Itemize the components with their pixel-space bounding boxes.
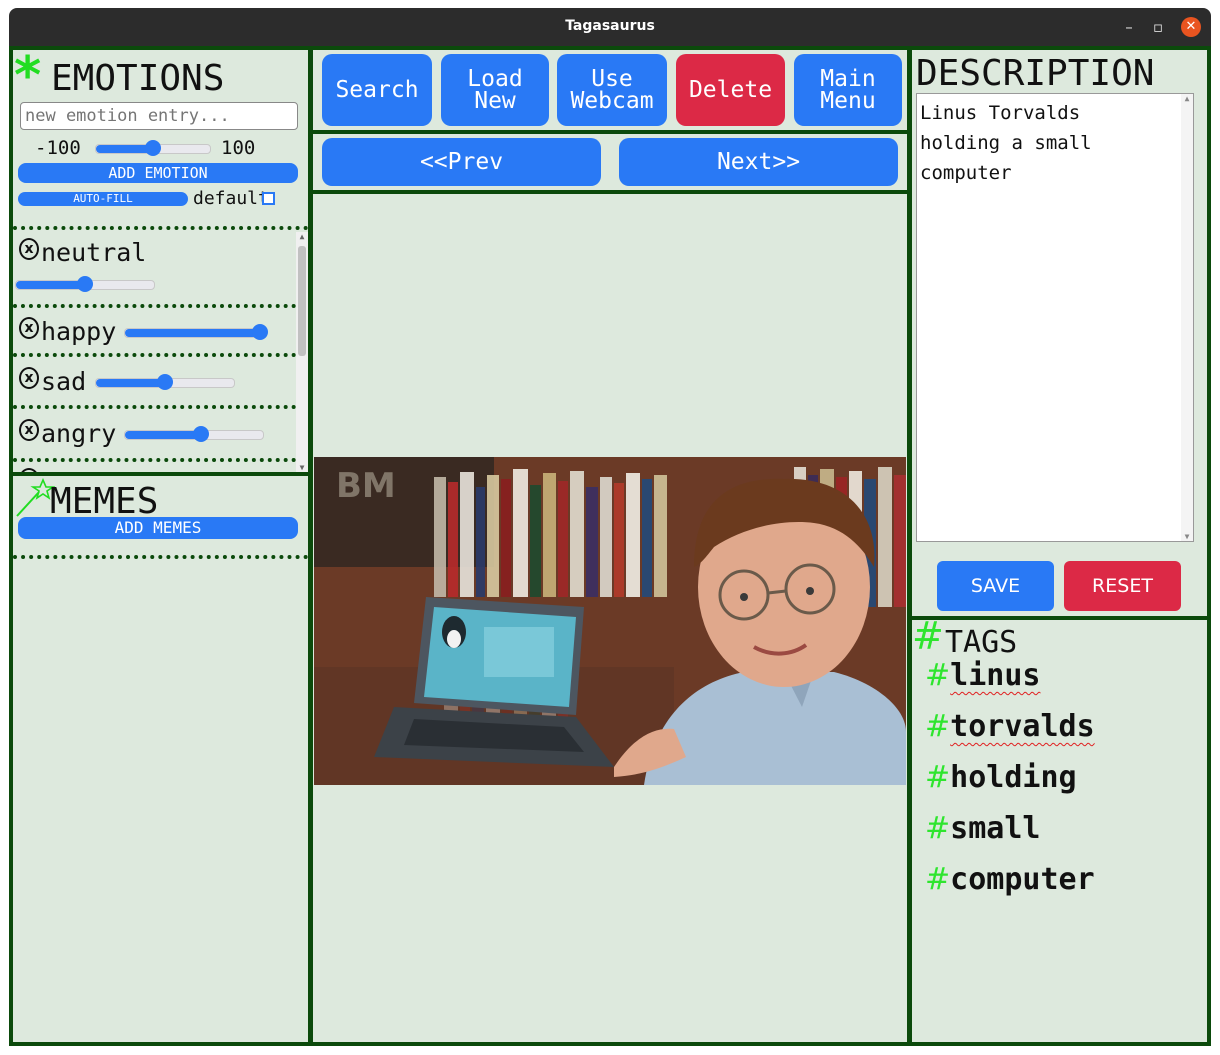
default-checkbox[interactable]	[262, 192, 275, 205]
hash-icon: #	[925, 811, 951, 846]
slider-knob[interactable]	[192, 426, 209, 442]
delete-button[interactable]: Delete	[676, 54, 785, 126]
hash-icon: #	[925, 760, 951, 795]
scroll-up-icon[interactable]: ▲	[296, 232, 308, 241]
emotions-heading: EMOTIONS	[51, 58, 225, 99]
tags-panel: # TAGS #linus #torvalds #holding #small …	[908, 614, 1211, 1046]
tag-label: small	[950, 811, 1041, 846]
tag-label: torvalds	[950, 709, 1095, 744]
window-title: Tagasaurus	[565, 18, 655, 34]
emotion-label-sad: sad	[41, 367, 87, 396]
description-text: Linus Torvalds holding a small computer	[920, 102, 1092, 184]
description-textarea[interactable]: Linus Torvalds holding a small computer …	[916, 93, 1194, 542]
slider-knob[interactable]	[77, 276, 93, 292]
window-titlebar: Tagasaurus – ▫ ✕	[9, 8, 1211, 46]
minimize-icon[interactable]: –	[1119, 17, 1139, 37]
slider-knob[interactable]	[251, 324, 268, 340]
search-button[interactable]: Search	[322, 54, 432, 126]
emotion-entry-input[interactable]	[20, 102, 298, 130]
slider-fill	[125, 431, 201, 439]
default-label: default	[193, 188, 269, 209]
tag-label: holding	[950, 760, 1077, 795]
hash-icon: #	[912, 614, 944, 658]
emotion-slider-angry[interactable]	[124, 426, 264, 442]
range-max-label: 100	[221, 137, 256, 159]
emotion-list-scrollbar[interactable]: ▲ ▼	[296, 232, 308, 472]
asterisk-icon: *	[14, 46, 42, 106]
hash-icon: #	[925, 709, 951, 744]
tags-heading: TAGS	[945, 625, 1018, 660]
emotion-slider-sad[interactable]	[95, 374, 235, 390]
emotion-label-happy: happy	[41, 317, 117, 346]
auto-fill-button[interactable]: AUTO-FILL	[18, 192, 188, 206]
scroll-down-icon[interactable]: ▼	[296, 463, 308, 472]
memes-heading: MEMES	[50, 481, 159, 522]
emotion-label-angry: angry	[41, 419, 117, 448]
tag-item: #linus	[925, 658, 1040, 693]
tag-item: #computer	[925, 862, 1095, 897]
divider	[13, 304, 296, 308]
slider-fill	[16, 281, 85, 289]
maximize-icon[interactable]: ▫	[1148, 17, 1168, 37]
divider	[13, 458, 296, 462]
description-panel: DESCRIPTION Linus Torvalds holding a sma…	[908, 46, 1211, 620]
add-memes-button[interactable]: ADD MEMES	[18, 517, 298, 539]
divider	[13, 555, 308, 559]
remove-emotion-icon[interactable]: x	[19, 317, 39, 339]
save-button[interactable]: SAVE	[937, 561, 1054, 611]
navigation-panel: <<Prev Next>>	[309, 130, 911, 194]
emotion-label-neutral: neutral	[41, 238, 147, 267]
emotion-slider-neutral[interactable]	[15, 276, 155, 292]
add-emotion-button[interactable]: ADD EMOTION	[18, 163, 298, 183]
tag-item: #holding	[925, 760, 1077, 795]
load-new-button[interactable]: Load New	[441, 54, 549, 126]
slider-knob[interactable]	[145, 140, 161, 156]
use-webcam-button[interactable]: Use Webcam	[557, 54, 667, 126]
tag-label: linus	[950, 658, 1041, 693]
scroll-down-icon[interactable]: ▼	[1181, 532, 1193, 541]
image-panel: BM	[309, 190, 911, 1046]
tag-label: computer	[950, 862, 1095, 897]
range-min-label: -100	[35, 137, 81, 159]
tag-item: #torvalds	[925, 709, 1095, 744]
emotions-panel: * EMOTIONS -100 100 ADD EMOTION AUTO-FIL…	[9, 46, 312, 476]
hash-icon: #	[925, 658, 951, 693]
tag-item: #small	[925, 811, 1040, 846]
divider	[13, 353, 296, 357]
hash-icon: #	[925, 862, 951, 897]
scroll-thumb[interactable]	[298, 246, 306, 356]
memes-panel: MEMES ADD MEMES	[9, 472, 312, 1046]
magic-wand-icon	[16, 478, 55, 517]
slider-fill	[96, 379, 165, 387]
remove-emotion-icon[interactable]: x	[19, 367, 39, 389]
main-menu-button[interactable]: Main Menu	[794, 54, 902, 126]
divider	[13, 405, 296, 409]
description-scrollbar[interactable]: ▲ ▼	[1181, 94, 1193, 541]
main-image: BM	[314, 457, 906, 785]
scroll-up-icon[interactable]: ▲	[1181, 94, 1193, 103]
slider-knob[interactable]	[157, 374, 173, 390]
slider-fill	[125, 329, 260, 337]
new-emotion-slider[interactable]	[95, 140, 211, 156]
description-heading: DESCRIPTION	[916, 53, 1155, 94]
divider	[13, 226, 308, 230]
emotion-slider-happy[interactable]	[124, 324, 268, 340]
remove-emotion-icon[interactable]: x	[19, 238, 39, 260]
next-button[interactable]: Next>>	[619, 138, 898, 186]
reset-button[interactable]: RESET	[1064, 561, 1181, 611]
emotion-list[interactable]: x neutral x happy x sad x angry ▲ ▼	[13, 232, 308, 472]
close-window-icon[interactable]: ✕	[1181, 17, 1201, 37]
toolbar-panel: Search Load New Use Webcam Delete Main Menu	[309, 46, 911, 134]
remove-emotion-icon[interactable]: x	[19, 419, 39, 441]
svg-text:BM: BM	[336, 466, 396, 506]
app-body: * EMOTIONS -100 100 ADD EMOTION AUTO-FIL…	[9, 46, 1211, 1046]
prev-button[interactable]: <<Prev	[322, 138, 601, 186]
